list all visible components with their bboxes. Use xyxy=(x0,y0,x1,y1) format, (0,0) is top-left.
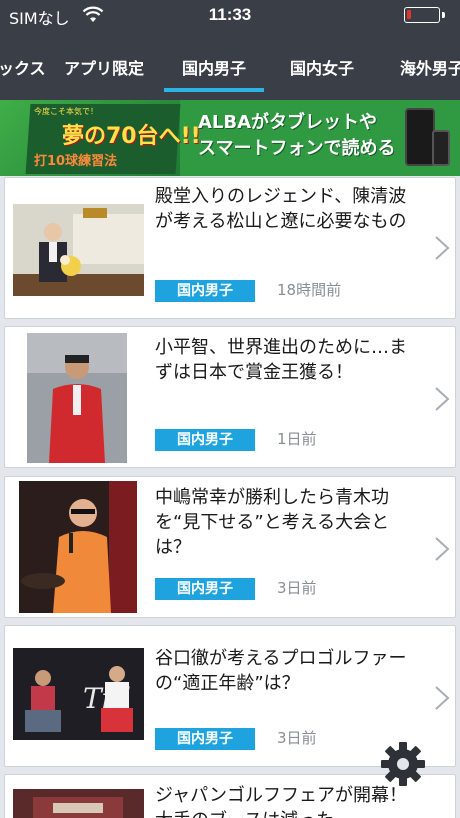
chevron-right-icon xyxy=(435,537,450,561)
article-time: 18時間前 xyxy=(277,281,342,299)
article-thumbnail xyxy=(19,481,137,613)
banner-line-2: スマートフォンで読める xyxy=(198,138,396,159)
tab-domestic-women[interactable]: 国内女子 xyxy=(290,30,354,100)
tab-box[interactable]: ックス xyxy=(0,30,46,100)
category-badge: 国内男子 xyxy=(155,280,255,302)
article-card[interactable]: 中嶋常幸が勝利したら青木功を“見下せる”と考える大会とは？ 国内男子 3日前 xyxy=(4,476,456,618)
banner-line-1: ALBAがタブレットや xyxy=(198,112,378,133)
banner-small-text: 今度こそ本気で！ xyxy=(34,107,98,116)
article-thumbnail xyxy=(27,333,127,463)
article-card[interactable]: 殿堂入りのレジェンド、陳清波が考える松山と遼に必要なもの 国内男子 18時間前 xyxy=(4,177,456,319)
article-title: 中嶋常幸が勝利したら青木功を“見下せる”と考える大会とは？ xyxy=(155,487,390,558)
article-time: 1日前 xyxy=(277,430,317,448)
article-thumbnail xyxy=(13,789,144,818)
article-title: 小平智、世界進出のために…まずは日本で賞金王獲る！ xyxy=(155,337,407,383)
article-title: ジャパンゴルフフェアが開幕！大手のブースは減った xyxy=(155,785,407,818)
tab-domestic-men[interactable]: 国内男子 xyxy=(164,30,265,100)
active-tab-indicator xyxy=(164,88,265,92)
promo-banner[interactable]: 今度こそ本気で！ 夢の70台へ!! 打10球練習法 ALBAがタブレットや スマ… xyxy=(0,100,460,176)
article-card[interactable]: 小平智、世界進出のために…まずは日本で賞金王獲る！ 国内男子 1日前 xyxy=(4,326,456,468)
banner-headline: 夢の70台へ!! xyxy=(62,124,201,149)
article-title: 殿堂入りのレジェンド、陳清波が考える松山と遼に必要なもの xyxy=(155,186,407,232)
article-time: 3日前 xyxy=(277,579,317,597)
battery-tip xyxy=(442,12,445,18)
chevron-right-icon xyxy=(435,686,450,710)
article-title: 谷口徹が考えるプロゴルファーの“適正年齢”は？ xyxy=(155,648,407,694)
battery-icon xyxy=(404,7,440,23)
article-time: 3日前 xyxy=(277,729,317,747)
status-bar: SIMなし 11:33 xyxy=(0,0,460,30)
clock: 11:33 xyxy=(208,5,252,24)
chevron-right-icon xyxy=(435,387,450,411)
banner-message: ALBAがタブレットや スマートフォンで読める xyxy=(198,110,395,162)
category-badge: 国内男子 xyxy=(155,578,255,600)
article-thumbnail: Titl xyxy=(13,648,144,740)
chevron-right-icon xyxy=(435,236,450,260)
category-tab-bar: ックス アプリ限定 国内男子 国内女子 海外男子 xyxy=(0,30,460,100)
category-badge: 国内男子 xyxy=(155,728,255,750)
banner-subtext: 打10球練習法 xyxy=(34,154,118,169)
gear-icon[interactable] xyxy=(380,741,426,787)
smartphone-icon xyxy=(432,130,450,166)
tab-app-limited[interactable]: アプリ限定 xyxy=(64,30,144,100)
tab-overseas-men[interactable]: 海外男子 xyxy=(400,30,460,100)
category-badge: 国内男子 xyxy=(155,429,255,451)
tablet-icon xyxy=(405,108,435,166)
article-thumbnail xyxy=(13,204,144,296)
